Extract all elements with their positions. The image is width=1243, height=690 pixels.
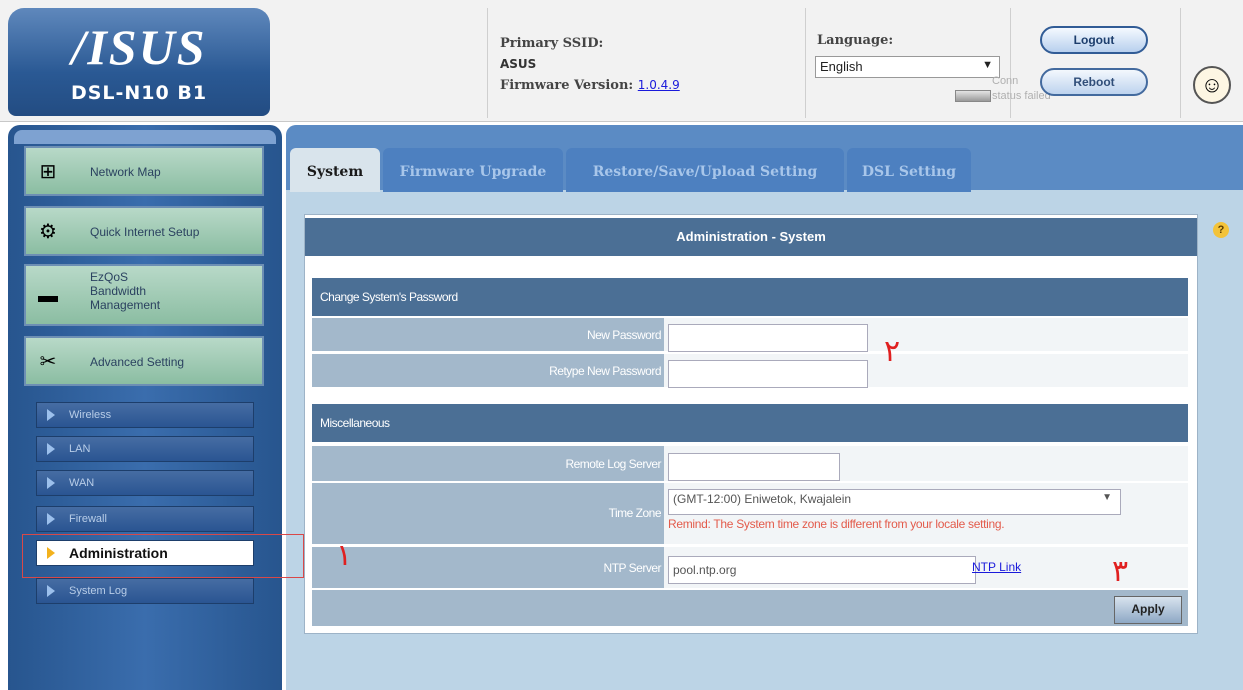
field-cell — [664, 318, 1188, 352]
firmware-version-link[interactable]: 1.0.4.9 — [638, 78, 680, 92]
sidebar-item-label: Advanced Setting — [90, 355, 185, 369]
retype-password-label: Retype New Password — [549, 364, 661, 378]
sidebar-sub-wan[interactable]: WAN — [36, 470, 254, 496]
quick-setup-icon: ⚙ — [39, 221, 57, 243]
small-header-button[interactable] — [955, 90, 991, 102]
sub-item-label: LAN — [69, 443, 91, 455]
tab-restore-save-upload[interactable]: Restore/Save/Upload Setting — [566, 148, 844, 192]
annotation-number-2: ۲ — [884, 334, 901, 369]
arrow-right-icon — [47, 513, 55, 525]
arrow-right-icon — [47, 585, 55, 597]
remote-log-input[interactable] — [668, 453, 840, 481]
password-section-header: Change System's Password — [312, 278, 1188, 316]
sidebar-item-label: Network Map — [90, 165, 161, 179]
field-cell — [664, 446, 1188, 481]
field-cell: NTP Link — [664, 547, 1188, 588]
retype-password-row: Retype New Password — [312, 354, 1188, 388]
user-avatar-icon: ☺ — [1193, 66, 1231, 104]
arrow-right-icon — [47, 443, 55, 455]
tab-firmware-upgrade[interactable]: Firmware Upgrade — [383, 148, 563, 192]
firmware-label-text: Firmware Version: — [500, 78, 634, 93]
sidebar-item-label: EzQoS Bandwidth Management — [90, 270, 161, 312]
sidebar-item-advanced-setting[interactable]: ✂ Advanced Setting — [24, 336, 264, 386]
sidebar-item-ezqos[interactable]: ▬ EzQoS Bandwidth Management — [24, 264, 264, 326]
dropdown-arrow-icon: ▼ — [1102, 492, 1112, 503]
ntp-server-input[interactable] — [668, 556, 976, 584]
sidebar-sub-wireless[interactable]: Wireless — [36, 402, 254, 428]
reboot-button[interactable]: Reboot — [1040, 68, 1148, 96]
sub-item-label: System Log — [69, 585, 128, 597]
apply-button[interactable]: Apply — [1114, 596, 1182, 624]
tab-dsl-setting[interactable]: DSL Setting — [847, 148, 971, 192]
sub-item-label: Wireless — [69, 409, 112, 421]
firmware-label: Firmware Version: 1.0.4.9 — [500, 78, 680, 93]
highlight-box — [22, 534, 304, 578]
arrow-right-icon — [47, 477, 55, 489]
time-zone-select[interactable]: (GMT-12:00) Eniwetok, Kwajalein ▼ — [668, 489, 1121, 515]
sub-item-label: WAN — [69, 477, 95, 489]
remote-log-row: Remote Log Server — [312, 446, 1188, 482]
time-zone-value: (GMT-12:00) Eniwetok, Kwajalein — [673, 492, 852, 506]
language-select-value: English — [820, 59, 863, 74]
qos-icon: ▬ — [38, 285, 58, 307]
page-title: Administration - System — [305, 218, 1197, 256]
sidebar-sub-firewall[interactable]: Firewall — [36, 506, 254, 532]
retype-password-input[interactable] — [668, 360, 868, 388]
remote-log-label: Remote Log Server — [565, 457, 661, 471]
annotation-number-1: ۱ — [336, 538, 353, 573]
ntp-link[interactable]: NTP Link — [972, 560, 1021, 574]
ntp-server-row: NTP Server NTP Link — [312, 547, 1188, 589]
sidebar-sub-system-log[interactable]: System Log — [36, 578, 254, 604]
model-name: DSL-N10 B1 — [70, 82, 208, 104]
sidebar-top-strip — [14, 130, 276, 144]
new-password-label: New Password — [586, 328, 662, 342]
asus-logo-panel: /ISUS DSL-N10 B1 — [8, 8, 270, 116]
sidebar-sub-lan[interactable]: LAN — [36, 436, 254, 462]
asus-logo: /ISUS — [71, 19, 207, 75]
header-divider — [805, 8, 806, 118]
misc-section-header: Miscellaneous — [312, 404, 1188, 442]
header-divider — [1180, 8, 1181, 118]
connection-status-text: Conn — [992, 75, 1019, 87]
tab-system[interactable]: System — [290, 148, 380, 192]
connection-status-detail: status failed — [992, 90, 1051, 102]
annotation-number-3: ۳ — [1112, 554, 1129, 589]
sidebar-item-quick-internet-setup[interactable]: ⚙ Quick Internet Setup — [24, 206, 264, 256]
sidebar-item-label: Quick Internet Setup — [90, 225, 200, 239]
language-label: Language: — [817, 33, 894, 48]
field-cell: (GMT-12:00) Eniwetok, Kwajalein ▼ Remind… — [664, 483, 1188, 544]
sidebar-item-network-map[interactable]: ⊞ Network Map — [24, 146, 264, 196]
help-icon[interactable]: ? — [1213, 222, 1229, 238]
apply-row: Apply — [312, 590, 1188, 626]
ntp-server-label: NTP Server — [603, 561, 662, 575]
logout-button[interactable]: Logout — [1040, 26, 1148, 54]
field-cell — [664, 354, 1188, 388]
time-zone-row: Time Zone (GMT-12:00) Eniwetok, Kwajalei… — [312, 483, 1188, 545]
dropdown-arrow-icon: ▼ — [982, 59, 993, 71]
time-zone-remind: Remind: The System time zone is differen… — [668, 517, 1005, 531]
time-zone-label: Time Zone — [608, 506, 662, 520]
header-divider — [487, 8, 488, 118]
new-password-row: New Password — [312, 318, 1188, 352]
ssid-label: Primary SSID: — [500, 36, 604, 51]
new-password-input[interactable] — [668, 324, 868, 352]
arrow-right-icon — [47, 409, 55, 421]
network-map-icon: ⊞ — [39, 161, 57, 183]
ssid-value: ASUS — [500, 57, 537, 71]
language-select[interactable]: English ▼ — [815, 56, 1000, 78]
advanced-setting-icon: ✂ — [39, 351, 57, 373]
sub-item-label: Firewall — [69, 513, 107, 525]
